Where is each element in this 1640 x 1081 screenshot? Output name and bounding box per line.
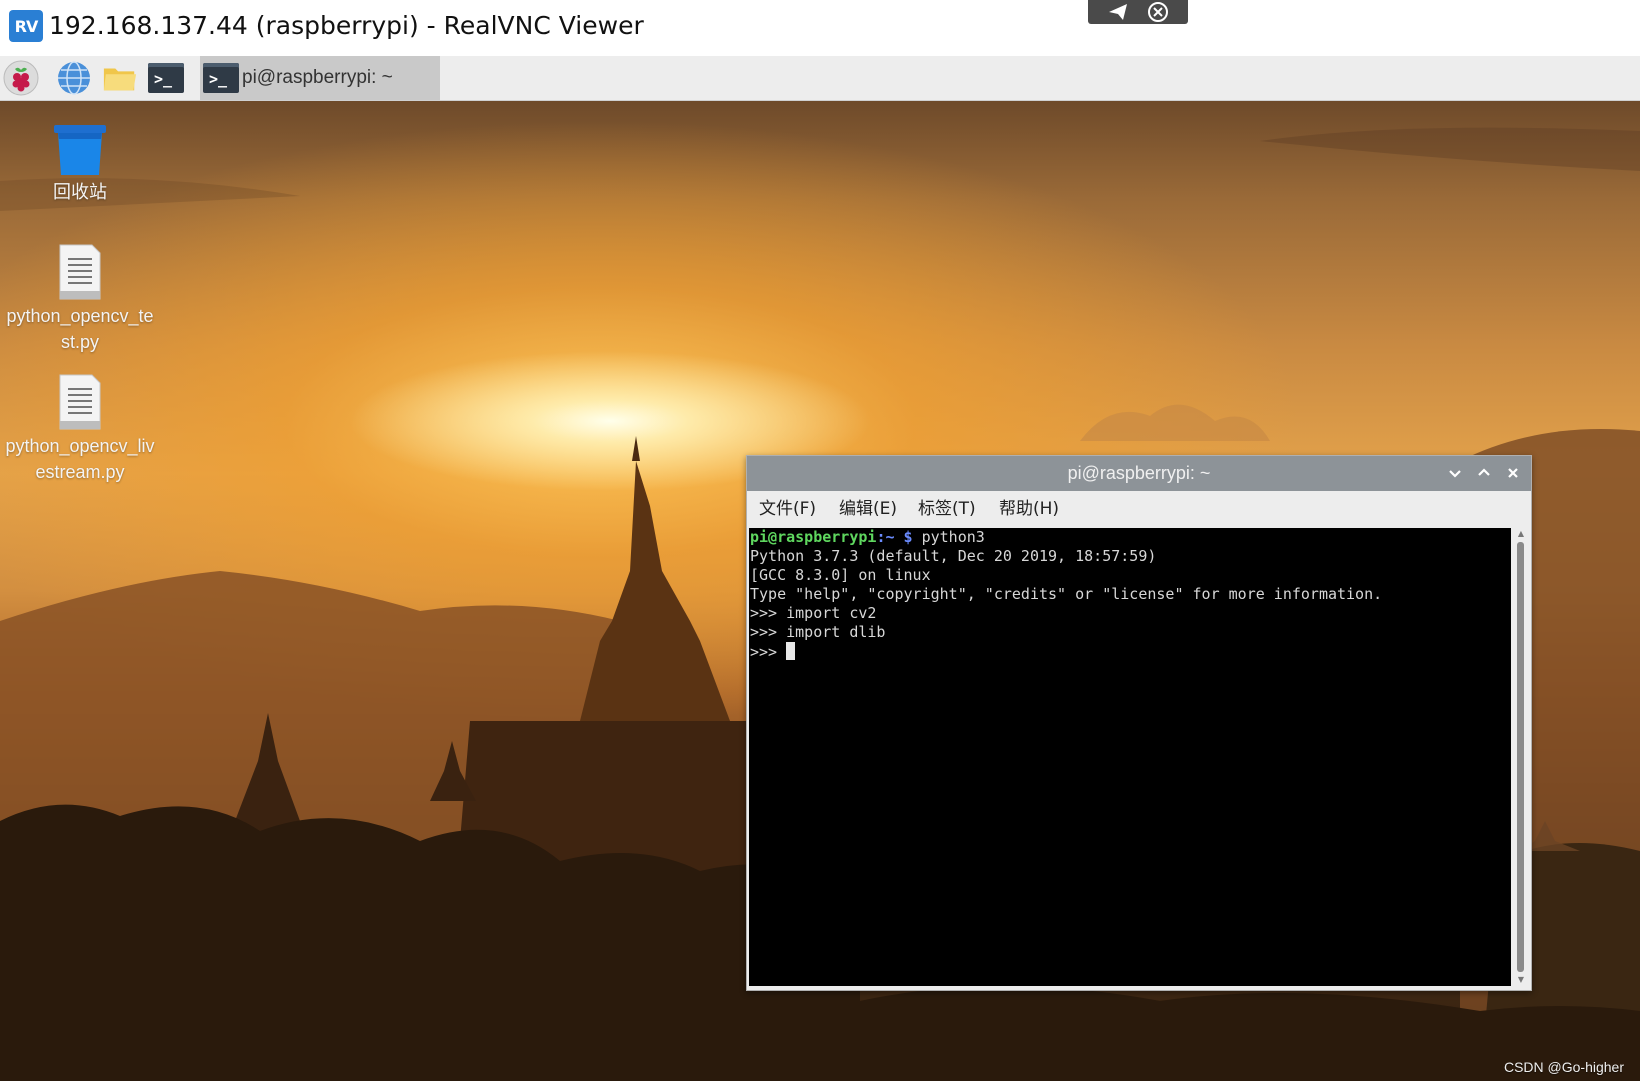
desktop-icon-label: python_opencv_livestream.py [5,436,155,482]
raspberry-menu-icon[interactable] [3,60,39,96]
scroll-up-arrow-icon[interactable]: ▲ [1516,530,1526,538]
watermark: CSDN @Go-higher [1503,1059,1624,1075]
web-browser-icon[interactable] [56,61,92,95]
close-button[interactable] [1504,464,1522,482]
terminal-line: Python 3.7.3 (default, Dec 20 2019, 18:5… [750,547,1157,565]
terminal-scrollbar[interactable]: ▲ ▼ [1513,528,1529,986]
send-icon[interactable] [1107,3,1129,21]
terminal-output[interactable]: pi@raspberrypi:~ $ python3 Python 3.7.3 (… [749,528,1511,986]
terminal-line: >>> import dlib [750,623,886,641]
text-cursor [786,642,796,660]
vnc-floating-toolbar[interactable] [1088,0,1188,24]
desktop-icon-python-opencv-test[interactable]: python_opencv_test.py [0,239,160,355]
window-title: 192.168.137.44 (raspberrypi) - RealVNC V… [49,11,644,40]
chevron-down-icon [1449,470,1461,478]
minimize-button[interactable] [1446,464,1464,482]
terminal-window[interactable]: pi@raspberrypi: ~ 文件(F) 编辑(E) 标签(T) 帮助(H… [746,455,1532,991]
terminal-line: [GCC 8.3.0] on linux [750,566,931,584]
maximize-button[interactable] [1475,464,1493,482]
command-text: python3 [912,528,985,546]
scroll-down-arrow-icon[interactable]: ▼ [1516,976,1526,984]
text-file-icon [0,369,160,431]
taskbar: >_ >_ pi@raspberrypi: ~ [0,56,1640,101]
taskbar-task-terminal[interactable]: >_ pi@raspberrypi: ~ [200,56,440,100]
file-manager-icon[interactable] [102,61,138,95]
terminal-menubar: 文件(F) 编辑(E) 标签(T) 帮助(H) [747,491,1531,527]
menu-tabs[interactable]: 标签(T) [918,497,976,521]
prompt-user: pi@raspberrypi [750,528,877,546]
menu-help[interactable]: 帮助(H) [999,497,1059,521]
desktop-icon-trash[interactable]: 回收站 [0,115,160,205]
terminal-line: Type "help", "copyright", "credits" or "… [750,585,1383,603]
terminal-line: pi@raspberrypi:~ $ python3 [750,528,1511,547]
chevron-up-icon [1478,468,1490,476]
close-icon [1508,468,1518,478]
terminal-icon[interactable]: >_ [148,61,184,95]
current-prompt: >>> [750,643,787,661]
terminal-line: >>> import cv2 [750,604,877,622]
desktop-icon-python-opencv-livestream[interactable]: python_opencv_livestream.py [0,369,160,485]
realvnc-logo-icon: RV [9,10,43,42]
close-circle-icon[interactable] [1147,1,1169,23]
desktop-icon-label: python_opencv_test.py [6,306,154,352]
trash-icon [0,115,160,177]
terminal-icon: >_ [202,61,240,95]
text-file-icon [0,239,160,301]
vnc-titlebar: RV 192.168.137.44 (raspberrypi) - RealVN… [0,0,1640,63]
terminal-titlebar[interactable]: pi@raspberrypi: ~ [747,456,1531,491]
task-label: pi@raspberrypi: ~ [242,67,393,88]
menu-edit[interactable]: 编辑(E) [839,497,897,521]
prompt-dir: :~ $ [876,528,913,546]
terminal-line: >>> [750,642,1511,661]
scrollbar-thumb[interactable] [1517,542,1524,972]
desktop-icon-label: 回收站 [53,182,107,202]
terminal-title: pi@raspberrypi: ~ [1067,463,1211,483]
menu-file[interactable]: 文件(F) [759,497,816,521]
